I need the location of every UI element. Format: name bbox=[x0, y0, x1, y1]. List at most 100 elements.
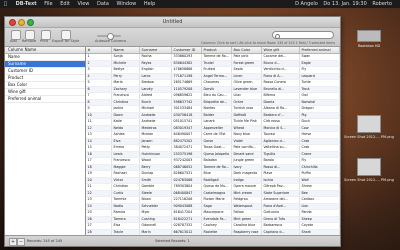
table-cell[interactable]: 882475202 bbox=[172, 138, 202, 144]
table-cell[interactable]: Berry bbox=[140, 164, 172, 170]
table-cell[interactable]: Emma bbox=[112, 145, 140, 151]
table-cell[interactable]: 789303804 bbox=[172, 184, 202, 190]
table-cell[interactable]: Greco di Tufo bbox=[262, 216, 300, 222]
desktop-item-screenshot-1[interactable]: Screen Shot 2012-... PM.png bbox=[343, 115, 395, 140]
table-cell[interactable]: 12 bbox=[86, 125, 112, 131]
table-cell[interactable]: Verdicchio d... bbox=[262, 67, 300, 73]
table-cell[interactable]: Pale cornflo... bbox=[232, 145, 262, 151]
table-cell[interactable]: 301533484 bbox=[172, 106, 202, 112]
table-cell[interactable]: Amarone del... bbox=[262, 197, 300, 203]
table-cell[interactable]: Tomme de Ro... bbox=[202, 164, 232, 170]
table-cell[interactable]: Ochre bbox=[232, 99, 262, 105]
table-cell[interactable]: 7 bbox=[86, 93, 112, 99]
table-cell[interactable]: Piave bbox=[262, 171, 300, 177]
table-cell[interactable]: 909043088 bbox=[172, 203, 202, 209]
table-cell[interactable]: Mascarpone bbox=[202, 210, 232, 216]
table-cell[interactable]: Aglianico d... bbox=[262, 138, 300, 144]
table-cell[interactable]: 6 bbox=[86, 86, 112, 92]
table-cell[interactable]: Jansen bbox=[140, 138, 172, 144]
window-titlebar[interactable]: Untitled bbox=[5, 17, 340, 28]
table-cell[interactable]: Dark magenta bbox=[232, 171, 262, 177]
sidebar-item-box-color[interactable]: Box Color bbox=[5, 82, 85, 89]
table-cell[interactable]: Mclean bbox=[140, 132, 172, 138]
table-cell[interactable]: Gorse bbox=[202, 138, 232, 144]
table-cell[interactable]: Sepia bbox=[232, 67, 262, 73]
table-cell[interactable]: 21 bbox=[86, 184, 112, 190]
table-cell[interactable]: Shrew bbox=[300, 184, 340, 190]
table-cell[interactable]: Monica di S... bbox=[262, 125, 300, 131]
table-cell[interactable]: 10 bbox=[86, 112, 112, 118]
table-cell[interactable]: Elva bbox=[112, 138, 140, 144]
column-header[interactable]: Box Color bbox=[232, 47, 262, 53]
table-cell[interactable]: 830644382 bbox=[172, 60, 202, 66]
table-cell[interactable]: 937242003 bbox=[172, 158, 202, 164]
table-cell[interactable]: Barolo bbox=[262, 158, 300, 164]
table-cell[interactable]: 333660293 bbox=[172, 54, 202, 60]
table-cell[interactable]: 9 bbox=[86, 106, 112, 112]
table-cell[interactable]: Wood bbox=[140, 158, 172, 164]
table-cell[interactable]: Maggie bbox=[112, 164, 140, 170]
sidebar-header[interactable]: Column Name bbox=[5, 47, 85, 54]
table-cell[interactable]: Dunlap bbox=[140, 171, 172, 177]
sidebar-item-product[interactable]: Product bbox=[5, 75, 85, 82]
table-cell[interactable]: Lewis bbox=[112, 151, 140, 157]
table-cell[interactable]: Pale pink bbox=[232, 54, 262, 60]
menubar-user[interactable]: Roberto bbox=[372, 0, 392, 8]
table-cell[interactable]: 818422271 bbox=[172, 216, 202, 222]
add-record-button[interactable]: + bbox=[9, 238, 17, 246]
table-cell[interactable]: Mint cream bbox=[232, 190, 262, 196]
table-cell[interactable]: Puffin bbox=[300, 171, 340, 177]
table-cell[interactable]: Andrade bbox=[140, 112, 172, 118]
table-cell[interactable]: Bruno d... bbox=[262, 60, 300, 66]
table-cell[interactable]: Angel Termo... bbox=[202, 73, 232, 79]
menu-window[interactable]: Window bbox=[117, 0, 137, 8]
table-cell[interactable]: 23 bbox=[86, 197, 112, 203]
table-cell[interactable]: Eagle bbox=[300, 60, 340, 66]
table-cell[interactable]: Medeiros bbox=[140, 125, 172, 131]
menu-edit[interactable]: Edit bbox=[60, 0, 70, 8]
menubar-clock[interactable]: Do 13. Jan. 19:30 bbox=[323, 0, 366, 8]
table-cell[interactable]: 27 bbox=[86, 223, 112, 229]
table-cell[interactable]: Bleu du Cau... bbox=[202, 93, 232, 99]
table-cell[interactable]: Myer bbox=[140, 210, 172, 216]
table-cell[interactable]: Taurasi bbox=[262, 132, 300, 138]
table-cell[interactable]: Bee bbox=[300, 190, 340, 196]
table-cell[interactable]: Dorvik bbox=[202, 86, 232, 92]
table-cell[interactable]: Chaumes bbox=[202, 80, 232, 86]
menubar-status-item[interactable]: D Angelo bbox=[295, 0, 318, 8]
table-cell[interactable]: Cow bbox=[300, 125, 340, 131]
table-cell[interactable]: Turtle bbox=[300, 80, 340, 86]
table-cell[interactable]: Wheat bbox=[232, 125, 262, 131]
table-cell[interactable]: 096859622 bbox=[172, 93, 202, 99]
table-cell[interactable]: Lanark bbox=[202, 119, 232, 125]
table-cell[interactable]: Tickle Me Pink bbox=[232, 119, 262, 125]
table-cell[interactable]: Pig bbox=[300, 112, 340, 118]
table-cell[interactable]: Nixon bbox=[140, 197, 172, 203]
table-cell[interactable]: Christina bbox=[112, 99, 140, 105]
table-cell[interactable]: Gamble bbox=[140, 184, 172, 190]
table-cell[interactable]: Tamera bbox=[112, 216, 140, 222]
table-cell[interactable]: 771671198 bbox=[172, 73, 202, 79]
column-header[interactable]: Surname bbox=[140, 47, 172, 53]
table-cell[interactable]: 2 bbox=[86, 60, 112, 66]
table-cell[interactable]: 068400847 bbox=[172, 190, 202, 196]
table-cell[interactable]: Carolina blue bbox=[232, 223, 262, 229]
table-cell[interactable]: 19 bbox=[86, 171, 112, 177]
table-cell[interactable]: 22 bbox=[86, 190, 112, 196]
table-cell[interactable]: Schneider bbox=[140, 203, 172, 209]
table-cell[interactable]: 068746052 bbox=[172, 164, 202, 170]
table-cell[interactable]: Aldred bbox=[140, 93, 172, 99]
table-cell[interactable]: Michele bbox=[112, 60, 140, 66]
table-cell[interactable]: 478658886 bbox=[172, 67, 202, 73]
menu-file[interactable]: File bbox=[44, 0, 52, 8]
table-cell[interactable]: Daffodil bbox=[232, 112, 262, 118]
table-cell[interactable]: Caribou bbox=[300, 197, 340, 203]
table-cell[interactable]: 25 bbox=[86, 210, 112, 216]
table-cell[interactable]: Nelda bbox=[112, 125, 140, 131]
table-cell[interactable]: Katie bbox=[112, 119, 140, 125]
table-cell[interactable]: Indigo bbox=[232, 177, 262, 183]
table-cell[interactable]: 384072471 bbox=[172, 145, 202, 151]
table-cell[interactable]: Wolf bbox=[300, 177, 340, 183]
table-cell[interactable]: Elsa bbox=[112, 223, 140, 229]
table-cell[interactable]: Opera mauve bbox=[232, 184, 262, 190]
